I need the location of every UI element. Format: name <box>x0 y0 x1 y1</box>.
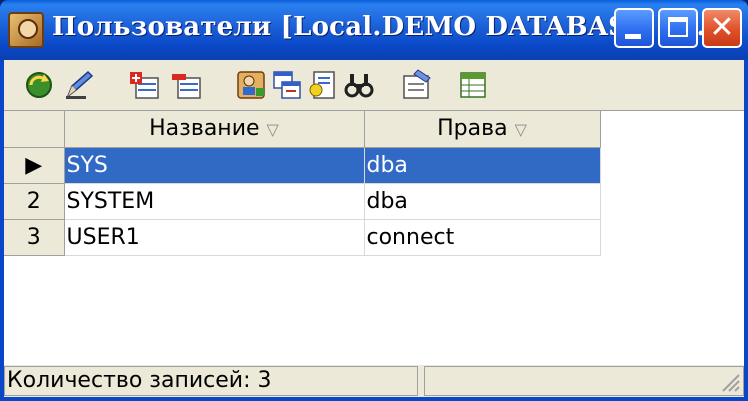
client-area: Название ▽ Права ▽ ▶ SYS dba 2 SYSTEM db… <box>4 60 744 397</box>
user-rights-icon[interactable] <box>234 68 268 102</box>
toolbar <box>4 60 744 110</box>
column-header-rights[interactable]: Права ▽ <box>364 111 601 148</box>
resize-grip-icon[interactable] <box>719 371 741 393</box>
cell-name[interactable]: SYS <box>64 147 365 184</box>
window-frame-bottom <box>0 397 748 401</box>
row-indicator[interactable]: 2 <box>4 183 65 220</box>
users-window: Пользователи [Local.DEMO DATABASE (6....… <box>0 0 748 401</box>
edit-pen-icon[interactable] <box>62 68 96 102</box>
minimize-button[interactable] <box>614 8 654 48</box>
column-header-name[interactable]: Название ▽ <box>64 111 365 148</box>
window-frame-right <box>744 60 748 401</box>
table-row[interactable]: ▶ SYS dba <box>4 147 601 184</box>
grant-icon[interactable] <box>270 68 304 102</box>
table-view-icon[interactable] <box>456 68 490 102</box>
cell-rights[interactable]: connect <box>364 219 601 256</box>
refresh-icon[interactable] <box>22 68 56 102</box>
status-bar: Количество записей: 3 <box>4 365 744 397</box>
sort-icon[interactable]: ▽ <box>267 120 279 139</box>
close-button[interactable]: ✕ <box>702 8 742 48</box>
properties-icon[interactable] <box>306 68 340 102</box>
header-row: Название ▽ Права ▽ <box>4 111 601 148</box>
sort-icon[interactable]: ▽ <box>515 120 527 139</box>
cell-name[interactable]: SYSTEM <box>64 183 365 220</box>
status-panel-empty <box>424 366 744 396</box>
close-icon: ✕ <box>709 10 735 45</box>
app-user-icon[interactable] <box>8 12 44 48</box>
maximize-button[interactable] <box>658 8 698 48</box>
cell-rights[interactable]: dba <box>364 183 601 220</box>
users-table: Название ▽ Права ▽ ▶ SYS dba 2 SYSTEM db… <box>4 111 601 256</box>
table-row[interactable]: 3 USER1 connect <box>4 219 601 256</box>
add-record-icon[interactable] <box>128 68 162 102</box>
indicator-header <box>4 111 65 148</box>
record-count-status: Количество записей: 3 <box>4 366 418 396</box>
find-binoculars-icon[interactable] <box>342 68 376 102</box>
cell-name[interactable]: USER1 <box>64 219 365 256</box>
row-indicator[interactable]: 3 <box>4 219 65 256</box>
table-row[interactable]: 2 SYSTEM dba <box>4 183 601 220</box>
column-rights-label: Права <box>437 116 508 142</box>
delete-record-icon[interactable] <box>170 68 204 102</box>
settings-icon[interactable] <box>400 68 434 102</box>
cell-rights[interactable]: dba <box>364 147 601 184</box>
users-grid[interactable]: Название ▽ Права ▽ ▶ SYS dba 2 SYSTEM db… <box>4 110 744 366</box>
title-bar[interactable]: Пользователи [Local.DEMO DATABASE (6....… <box>0 0 748 60</box>
column-name-label: Название <box>149 116 260 142</box>
row-indicator[interactable]: ▶ <box>4 147 65 184</box>
